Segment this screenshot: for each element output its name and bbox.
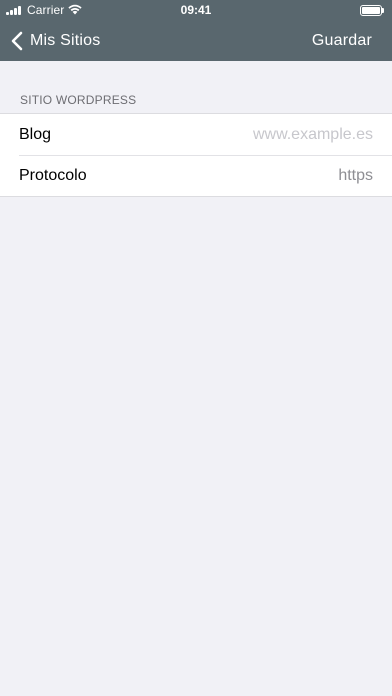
chevron-left-icon (11, 31, 23, 51)
navigation-bar: Mis Sitios Guardar (0, 20, 392, 61)
settings-group: Blog Protocolo https (0, 113, 392, 197)
status-time: 09:41 (180, 3, 212, 17)
status-bar: Carrier 09:41 (0, 0, 392, 20)
back-button[interactable]: Mis Sitios (10, 28, 100, 54)
save-button[interactable]: Guardar (312, 32, 372, 50)
back-button-label: Mis Sitios (30, 32, 101, 49)
top-bar: Carrier 09:41 Mis Sitios Guardar (0, 0, 392, 61)
blog-url-input[interactable] (173, 125, 373, 144)
section-header: SITIO WORDPRESS (20, 93, 137, 107)
protocol-label: Protocolo (19, 166, 87, 184)
protocol-row[interactable]: Protocolo https (0, 155, 392, 196)
protocol-value: https (338, 166, 373, 184)
battery-icon (360, 5, 384, 16)
blog-label: Blog (19, 125, 52, 143)
blog-row[interactable]: Blog (0, 114, 392, 155)
